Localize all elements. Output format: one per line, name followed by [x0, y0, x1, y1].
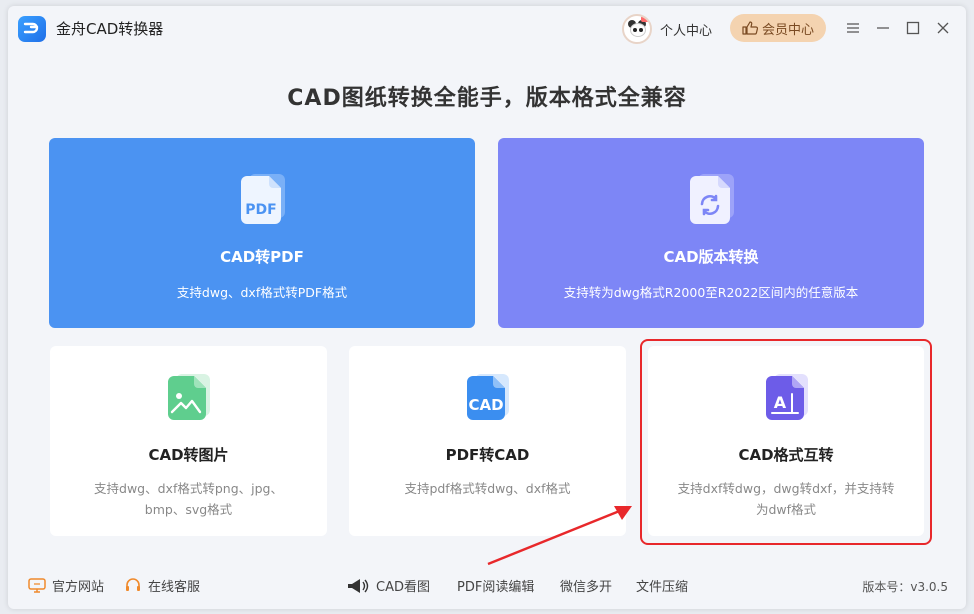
close-icon — [937, 22, 949, 34]
maximize-icon — [906, 21, 920, 35]
vip-center-button[interactable]: 会员中心 — [730, 14, 826, 42]
footer-link-wechat-multi[interactable]: 微信多开 — [560, 576, 612, 595]
app-title: 金舟CAD转换器 — [56, 20, 164, 38]
card-cad-version-convert[interactable]: CAD版本转换 支持转为dwg格式R2000至R2022区间内的任意版本 — [498, 138, 924, 328]
minimize-button[interactable] — [872, 17, 894, 39]
website-label: 官方网站 — [52, 580, 105, 595]
version-convert-icon — [686, 172, 738, 228]
headset-icon — [126, 577, 140, 591]
title-bar: 金舟CAD转换器 个人中心 会员中心 — [8, 6, 966, 52]
footer-link-label: PDF阅读编辑 — [457, 580, 535, 595]
svg-text:PDF: PDF — [245, 202, 276, 218]
monitor-icon — [28, 577, 46, 593]
app-logo-icon — [23, 22, 39, 34]
footer-link-file-compress[interactable]: 文件压缩 — [636, 576, 688, 595]
card-cad-to-image[interactable]: CAD转图片 支持dwg、dxf格式转png、jpg、bmp、svg格式 — [50, 346, 327, 536]
card-title: CAD格式互转 — [738, 446, 834, 464]
version-text: 版本号：v3.0.5 — [862, 580, 948, 594]
page-headline: CAD图纸转换全能手，版本格式全兼容 — [287, 86, 687, 111]
footer-link-cad-viewer[interactable]: CAD看图 — [346, 576, 430, 595]
menu-icon — [847, 23, 859, 33]
svg-text:CAD: CAD — [468, 396, 503, 414]
megaphone-icon — [348, 578, 369, 593]
maximize-button[interactable] — [902, 17, 924, 39]
footer-link-label: 文件压缩 — [636, 580, 689, 595]
personal-center-label: 个人中心 — [660, 23, 713, 39]
card-desc: 支持dxf转dwg，dwg转dxf，并支持转为dwf格式 — [677, 481, 895, 517]
card-desc: 支持dwg、dxf格式转PDF格式 — [176, 285, 348, 300]
minimize-icon — [877, 27, 889, 29]
card-title: CAD转图片 — [148, 446, 229, 464]
footer-link-pdf-editor[interactable]: PDF阅读编辑 — [457, 576, 534, 595]
card-desc: 支持转为dwg格式R2000至R2022区间内的任意版本 — [563, 285, 859, 300]
footer-bar: 官方网站 在线客服 CAD看图 PDF阅读编辑 微信多开 文件压缩 版本号：v3… — [8, 572, 966, 600]
cad-file-icon: CAD — [461, 372, 513, 424]
service-link[interactable]: 在线客服 — [124, 576, 200, 595]
avatar — [622, 14, 652, 44]
card-title: CAD版本转换 — [663, 248, 759, 266]
personal-center-button[interactable]: 个人中心 — [622, 13, 712, 45]
pdf-file-icon: PDF — [237, 172, 289, 228]
footer-link-label: CAD看图 — [376, 580, 430, 595]
svg-text:A: A — [774, 393, 787, 412]
card-cad-format-convert[interactable]: A CAD格式互转 支持dxf转dwg，dwg转dxf，并支持转为dwf格式 — [648, 346, 924, 536]
service-label: 在线客服 — [148, 580, 201, 595]
pointer-arrow-icon — [487, 506, 632, 566]
format-convert-icon: A — [760, 372, 812, 424]
vip-center-label: 会员中心 — [761, 22, 814, 38]
app-window: 金舟CAD转换器 个人中心 会员中心 CAD图纸转换全能手，版本格式全兼容 PD… — [8, 6, 966, 609]
card-desc: 支持pdf格式转dwg、dxf格式 — [404, 481, 571, 496]
footer-link-label: 微信多开 — [560, 580, 613, 595]
card-cad-to-pdf[interactable]: PDF CAD转PDF 支持dwg、dxf格式转PDF格式 — [49, 138, 475, 328]
card-desc: 支持dwg、dxf格式转png、jpg、bmp、svg格式 — [94, 481, 283, 517]
app-logo — [18, 16, 46, 42]
menu-button[interactable] — [842, 17, 864, 39]
card-title: PDF转CAD — [445, 446, 530, 464]
website-link[interactable]: 官方网站 — [28, 576, 104, 595]
thumbs-up-icon — [742, 21, 758, 35]
card-title: CAD转PDF — [220, 248, 304, 266]
close-button[interactable] — [932, 17, 954, 39]
image-file-icon — [162, 372, 214, 424]
